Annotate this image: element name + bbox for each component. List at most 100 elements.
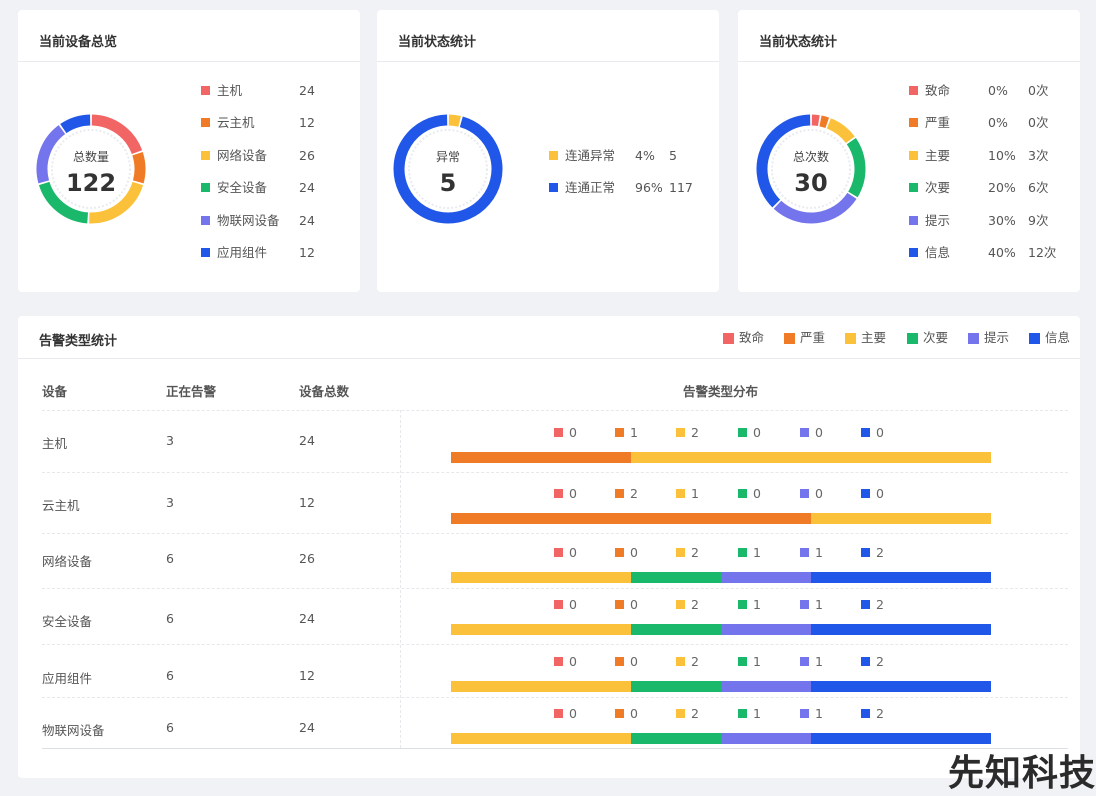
device-total: 24 <box>299 720 315 735</box>
alarming-count: 3 <box>166 433 174 448</box>
legend-label: 应用组件 <box>217 245 268 260</box>
donut-slice-abnormal[interactable] <box>448 114 461 127</box>
donut-center: 总数量 122 <box>36 148 146 197</box>
count-value: 1 <box>753 545 761 560</box>
card-title: 当前状态统计 <box>759 35 838 50</box>
legend-count: 9次 <box>1028 213 1049 228</box>
count-value: 0 <box>569 486 577 501</box>
bar-segment-hint[interactable] <box>721 681 811 692</box>
bar-segment-info[interactable] <box>811 572 991 583</box>
bar-segment-hint[interactable] <box>721 733 811 744</box>
bar-segment-minor[interactable] <box>631 572 721 583</box>
alarm-distribution-bar[interactable] <box>451 513 991 524</box>
bar-segment-hint[interactable] <box>721 624 811 635</box>
alarm-distribution-bar[interactable] <box>451 624 991 635</box>
header-total: 设备总数 <box>299 384 350 399</box>
device-total: 12 <box>299 668 315 683</box>
row-separator <box>42 472 1068 473</box>
legend-swatch <box>909 183 918 192</box>
device-overview-card: 当前设备总览 总数量 122 主机 24 云主机 12 网络设备 26 安全设备 24 … <box>18 10 360 292</box>
count-swatch <box>800 657 809 666</box>
legend-value: 26 <box>299 148 315 163</box>
bar-segment-info[interactable] <box>811 624 991 635</box>
count-swatch <box>861 709 870 718</box>
count-swatch <box>554 428 563 437</box>
count-swatch <box>676 489 685 498</box>
header-separator <box>42 410 1068 411</box>
alarming-count: 3 <box>166 495 174 510</box>
device-legend: 主机 24 云主机 12 网络设备 26 安全设备 24 物联网设备 24 应用组件 12 <box>201 81 341 281</box>
center-value: 122 <box>65 169 117 197</box>
bar-segment-minor[interactable] <box>631 681 721 692</box>
divider <box>18 61 360 62</box>
donut-slice-major[interactable] <box>826 118 855 144</box>
legend-swatch <box>845 333 856 344</box>
count-swatch <box>676 709 685 718</box>
donut-slice-severe[interactable] <box>819 115 830 128</box>
alarm-distribution-bar[interactable] <box>451 572 991 583</box>
legend-percent: 30% <box>988 213 1016 228</box>
legend-label: 信息 <box>925 245 951 260</box>
device-name: 安全设备 <box>42 614 93 629</box>
alarm-distribution-bar[interactable] <box>451 681 991 692</box>
count-swatch <box>861 600 870 609</box>
alarming-count: 6 <box>166 720 174 735</box>
legend-value: 24 <box>299 180 315 195</box>
bar-segment-major[interactable] <box>451 572 631 583</box>
legend-label: 次要 <box>923 330 949 345</box>
count-value: 0 <box>569 706 577 721</box>
legend-swatch <box>909 216 918 225</box>
legend-value: 12 <box>299 115 315 130</box>
row-separator <box>42 533 1068 534</box>
legend-count: 3次 <box>1028 148 1049 163</box>
bar-segment-major[interactable] <box>811 513 991 524</box>
bar-segment-severe[interactable] <box>451 513 811 524</box>
count-swatch <box>738 709 747 718</box>
legend-swatch <box>201 216 210 225</box>
device-total: 24 <box>299 611 315 626</box>
legend-swatch <box>201 151 210 160</box>
count-swatch <box>861 548 870 557</box>
bar-segment-minor[interactable] <box>631 624 721 635</box>
bar-segment-hint[interactable] <box>721 572 811 583</box>
count-swatch <box>554 600 563 609</box>
count-value: 0 <box>753 486 761 501</box>
count-swatch <box>800 600 809 609</box>
legend-swatch <box>909 118 918 127</box>
count-value: 1 <box>753 597 761 612</box>
bar-segment-info[interactable] <box>811 733 991 744</box>
count-swatch <box>800 428 809 437</box>
device-name: 应用组件 <box>42 671 93 686</box>
count-value: 2 <box>691 545 699 560</box>
legend-label: 致命 <box>739 330 765 345</box>
count-swatch <box>554 548 563 557</box>
count-value: 1 <box>815 545 823 560</box>
count-value: 0 <box>569 545 577 560</box>
alarming-count: 6 <box>166 668 174 683</box>
bar-segment-info[interactable] <box>811 681 991 692</box>
center-label: 总次数 <box>792 150 829 164</box>
legend-swatch <box>784 333 795 344</box>
card-title: 当前状态统计 <box>398 35 477 50</box>
donut-slice-fatal[interactable] <box>811 114 820 127</box>
bar-segment-severe[interactable] <box>451 452 631 463</box>
bar-segment-minor[interactable] <box>631 733 721 744</box>
bar-segment-major[interactable] <box>451 733 631 744</box>
count-value: 0 <box>753 425 761 440</box>
legend-percent: 0% <box>988 115 1008 130</box>
card-title: 当前设备总览 <box>39 35 118 50</box>
alarm-distribution-bar[interactable] <box>451 733 991 744</box>
bar-segment-major[interactable] <box>451 681 631 692</box>
alarm-distribution-bar[interactable] <box>451 452 991 463</box>
divider <box>377 61 719 62</box>
legend-label: 严重 <box>925 115 951 130</box>
donut-slice-app[interactable] <box>60 114 91 134</box>
device-total: 12 <box>299 495 315 510</box>
bar-segment-major[interactable] <box>451 624 631 635</box>
bar-segment-major[interactable] <box>631 452 991 463</box>
count-value: 1 <box>815 597 823 612</box>
count-swatch <box>615 600 624 609</box>
watermark: 先知科技 <box>947 753 1096 794</box>
count-value: 2 <box>691 597 699 612</box>
row-separator <box>42 697 1068 698</box>
